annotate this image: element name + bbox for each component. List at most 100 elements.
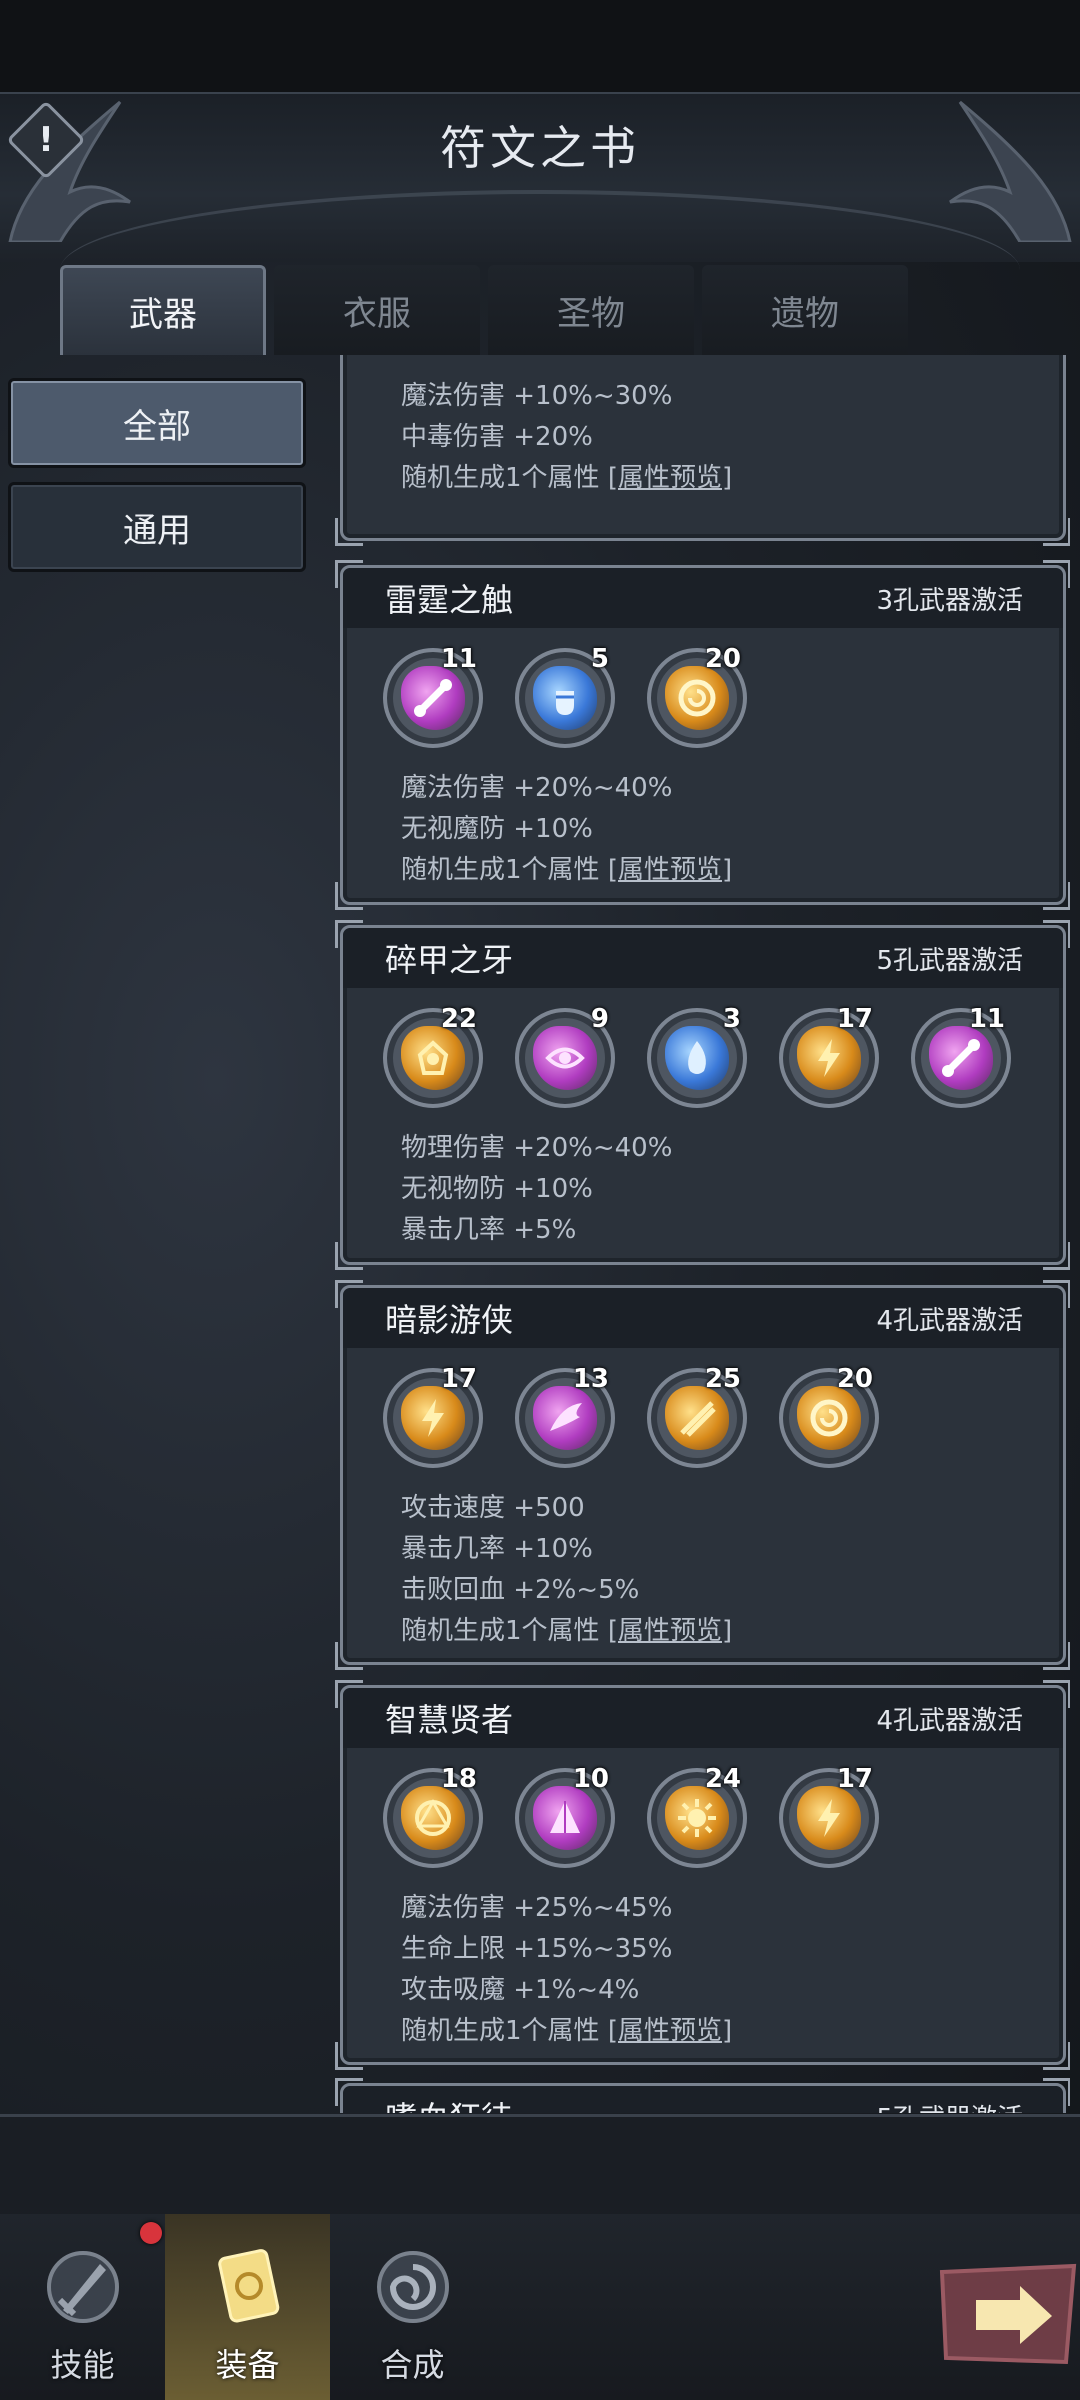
attribute-preview-link[interactable]: [属性预览] — [608, 2016, 732, 2046]
rune-gem — [797, 1786, 861, 1850]
category-tabs: 武器 衣服 圣物 遗物 — [60, 265, 910, 355]
rune-slot[interactable]: 25 — [647, 1364, 747, 1468]
lightning-icon — [818, 1039, 840, 1077]
rune-slot[interactable]: 22 — [383, 1004, 483, 1108]
tab-weapon[interactable]: 武器 — [60, 265, 266, 355]
runeword-list[interactable]: 魔法伤害 +10%~30% 中毒伤害 +20% 随机生成1个属性 [属性预览] 雷霆之… — [330, 355, 1070, 2113]
rune-slot[interactable]: 17 — [383, 1364, 483, 1468]
wing-icon — [550, 1403, 582, 1431]
stat-line: 中毒伤害 +20% — [401, 417, 1063, 458]
socket-requirement: 4孔武器激活 — [876, 1705, 1023, 1736]
rune-number: 20 — [836, 1364, 873, 1394]
tab-clothes[interactable]: 衣服 — [274, 265, 480, 355]
rune-slot[interactable]: 5 — [515, 644, 615, 748]
rune-slot[interactable]: 11 — [383, 644, 483, 748]
rune-gem — [665, 1026, 729, 1090]
rune-slot[interactable]: 11 — [911, 1004, 1011, 1108]
rune-slot[interactable]: 20 — [647, 644, 747, 748]
nav-skill[interactable]: 技能 — [0, 2214, 165, 2400]
nav-skill-label: 技能 — [50, 2346, 115, 2384]
eye-icon — [545, 1047, 585, 1069]
rune-gem — [401, 1026, 465, 1090]
rune-gem — [533, 1786, 597, 1850]
rune-slot[interactable]: 24 — [647, 1764, 747, 1868]
spiral-icon — [810, 1399, 848, 1437]
attribute-preview-link[interactable]: [属性预览] — [608, 1616, 732, 1646]
rune-number: 10 — [572, 1764, 609, 1794]
rune-slot[interactable]: 18 — [383, 1764, 483, 1868]
stat-line: 魔法伤害 +25%~45% — [401, 1888, 1063, 1929]
rune-number: 25 — [704, 1364, 741, 1394]
swirl-icon — [376, 2251, 449, 2323]
rune-slot[interactable]: 20 — [779, 1364, 879, 1468]
attribute-preview-link[interactable]: [属性预览] — [608, 463, 732, 493]
filter-general-button[interactable]: 通用 — [8, 482, 306, 572]
stat-list: 物理伤害 +20%~40% 无视物防 +10% 暴击几率 +5% — [343, 1124, 1063, 1251]
stat-text: 随机生成1个属性 — [401, 855, 600, 885]
card-corner-ornament — [1043, 2042, 1070, 2070]
card-corner-ornament — [1043, 920, 1070, 948]
rose-icon — [417, 1040, 449, 1075]
stat-line: 随机生成1个属性 [属性预览] — [401, 1611, 1063, 1652]
socket-requirement: 4孔武器激活 — [876, 1305, 1023, 1336]
tab-legacy[interactable]: 遗物 — [702, 265, 908, 355]
card-corner-ornament — [335, 1642, 363, 1670]
socket-requirement: 5孔武器激活 — [876, 945, 1023, 976]
card-corner-ornament — [335, 1680, 363, 1708]
rune-gem — [929, 1026, 993, 1090]
nav-synthesis[interactable]: 合成 — [330, 2214, 495, 2400]
runeword-name: 雷霆之触 — [385, 581, 514, 619]
stat-text: 暴击几率 +10% — [401, 1534, 593, 1564]
stat-text: 暴击几率 +5% — [401, 1215, 577, 1245]
stat-line: 无视物防 +10% — [401, 1169, 1063, 1210]
flame-icon — [688, 1041, 706, 1074]
runeword-card[interactable]: 碎甲之牙 5孔武器激活 22 9 3 17 11 物理伤害 +20%~40% 无视物防 +10%… — [335, 920, 1070, 1270]
stat-text: 物理伤害 +20%~40% — [401, 1133, 673, 1163]
runeword-name: 暗影游侠 — [385, 1301, 514, 1339]
rune-slot[interactable]: 17 — [779, 1004, 879, 1108]
bone-icon — [414, 679, 452, 717]
stat-line: 攻击速度 +500 — [401, 1488, 1063, 1529]
next-button[interactable] — [936, 2262, 1080, 2368]
runeword-card[interactable]: 暗影游侠 4孔武器激活 17 13 25 20 攻击速度 +500 暴击几率 +10% 击败回血… — [335, 1280, 1070, 1670]
rune-gem — [401, 1786, 465, 1850]
stat-line: 随机生成1个属性 [属性预览] — [401, 458, 1063, 499]
rune-slot[interactable]: 10 — [515, 1764, 615, 1868]
rune-gem — [665, 666, 729, 730]
runeword-card[interactable]: 智慧贤者 4孔武器激活 18 10 24 17 魔法伤害 +25%~45% 生命上限 +15%… — [335, 1680, 1070, 2070]
bottom-nav: 技能 装备 合成 — [0, 2214, 1080, 2400]
filter-all-button[interactable]: 全部 — [8, 378, 306, 468]
rune-slot[interactable]: 3 — [647, 1004, 747, 1108]
socket-requirement: 3孔武器激活 — [876, 585, 1023, 616]
nav-equipment[interactable]: 装备 — [165, 2214, 330, 2400]
rune-slot[interactable]: 13 — [515, 1364, 615, 1468]
stat-text: 随机生成1个属性 — [401, 1616, 600, 1646]
runeword-card[interactable]: 雷霆之触 3孔武器激活 11 5 20 魔法伤害 +20%~40% 无视魔防 +10% 随机生… — [335, 560, 1070, 910]
card-corner-ornament — [1043, 1642, 1070, 1670]
rune-number: 9 — [590, 1004, 609, 1034]
card-corner-ornament — [335, 882, 363, 910]
card-corner-ornament — [1043, 1242, 1070, 1270]
tab-relic[interactable]: 圣物 — [488, 265, 694, 355]
card-corner-ornament — [335, 1242, 363, 1270]
rune-number: 5 — [590, 644, 609, 674]
attribute-preview-link[interactable]: [属性预览] — [608, 855, 732, 885]
slash-icon — [680, 1401, 716, 1437]
runeword-card[interactable]: 嗜血狂徒 5孔武器激活 — [335, 2078, 1070, 2113]
card-header: 暗影游侠 4孔武器激活 — [343, 1288, 1063, 1348]
bottom-info-bar — [0, 2114, 1080, 2214]
runeword-card[interactable]: 魔法伤害 +10%~30% 中毒伤害 +20% 随机生成1个属性 [属性预览] — [335, 355, 1070, 546]
rune-row: 18 10 24 17 — [343, 1748, 1063, 1884]
side-nav: 全部 通用 — [8, 378, 308, 586]
rune-slot[interactable]: 17 — [779, 1764, 879, 1868]
stat-text: 随机生成1个属性 — [401, 463, 600, 493]
rune-number: 20 — [704, 644, 741, 674]
card-corner-ornament — [335, 2042, 363, 2070]
rune-row — [343, 355, 1063, 372]
rune-row: 11 5 20 — [343, 628, 1063, 764]
stat-list: 攻击速度 +500 暴击几率 +10% 击败回血 +2%~5% 随机生成1个属性 [属… — [343, 1484, 1063, 1652]
rune-slot[interactable]: 9 — [515, 1004, 615, 1108]
stat-text: 攻击速度 +500 — [401, 1493, 585, 1523]
card-corner-ornament — [1043, 1280, 1070, 1308]
rune-gem — [665, 1786, 729, 1850]
